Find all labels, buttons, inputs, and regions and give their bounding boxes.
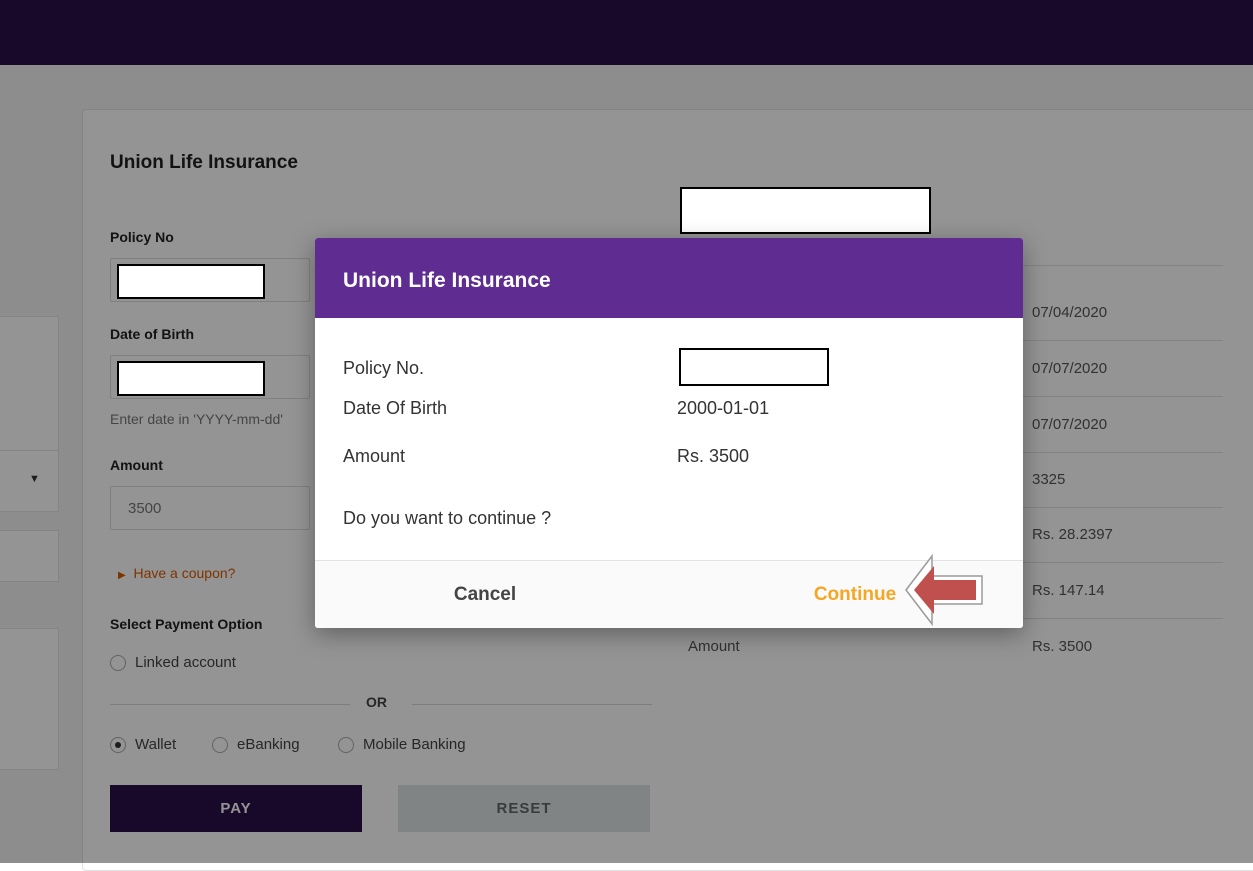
dialog-amount-value: Rs. 3500 [677,446,750,466]
dialog-header: Union Life Insurance [315,238,1023,318]
dialog-dob-label: Date Of Birth [343,398,448,418]
dialog-dob-value: 2000-01-01 [677,398,770,418]
dialog-policy-label: Policy No. [343,358,425,378]
redacted-customer-name-overlay [680,187,931,234]
redacted-dialog-policy-no [679,348,829,386]
dialog-title: Union Life Insurance [343,269,551,292]
dialog-amount-label: Amount [343,446,406,466]
dialog-question: Do you want to continue ? [343,508,552,528]
annotation-arrow-icon [905,553,983,627]
redacted-dob-overlay [117,361,265,396]
redacted-policy-no-overlay [117,264,265,299]
cancel-button[interactable]: Cancel [315,561,655,628]
